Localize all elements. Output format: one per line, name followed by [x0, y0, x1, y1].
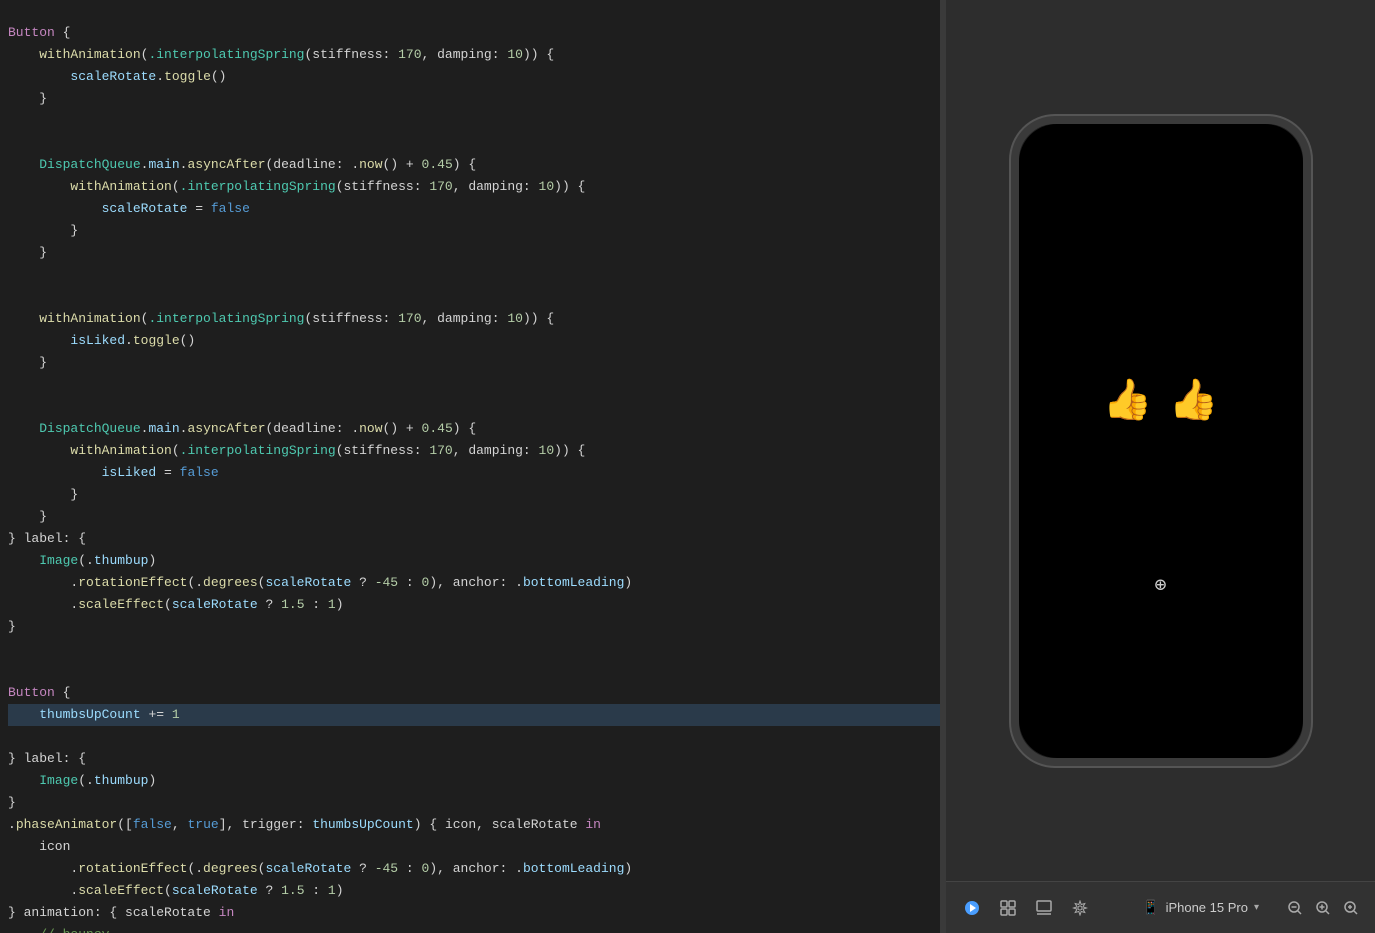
code-line-35: .scaleEffect(scaleRotate ? 1.5 : 1) [8, 883, 344, 898]
thumbs-container: 👍 👍 [1103, 376, 1219, 426]
code-line-36: } animation: { scaleRotate in [8, 905, 234, 920]
device-name-label: iPhone 15 Pro [1166, 900, 1248, 915]
code-line-25: } [8, 619, 16, 634]
code-line-6: DispatchQueue.main.asyncAfter(deadline: … [8, 157, 476, 172]
code-line-9: } [8, 223, 78, 238]
code-line-14: } [8, 355, 47, 370]
code-line-30: Image(.thumbup) [8, 773, 156, 788]
code-line-3: scaleRotate.toggle() [8, 69, 226, 84]
preview-panel: 👍 👍 ⊕ 📱 iPhone 15 Pro [946, 0, 1375, 933]
code-line-21: } label: { [8, 531, 86, 546]
code-line-28: thumbsUpCount += 1 [8, 704, 940, 726]
code-line-32: .phaseAnimator([false, true], trigger: t… [8, 817, 601, 832]
code-line-31: } [8, 795, 16, 810]
code-line-12: withAnimation(.interpolatingSpring(stiff… [8, 311, 554, 326]
code-line-18: isLiked = false [8, 465, 219, 480]
code-line-4: } [8, 91, 47, 106]
settings-button[interactable] [1066, 894, 1094, 922]
chevron-down-icon: ▾ [1254, 902, 1259, 913]
iphone-frame: 👍 👍 ⊕ [1011, 116, 1311, 766]
zoom-controls [1283, 896, 1363, 920]
code-line-29: } label: { [8, 751, 86, 766]
bottom-toolbar: 📱 iPhone 15 Pro ▾ [946, 881, 1375, 933]
code-line-10: } [8, 245, 47, 260]
zoom-in-button[interactable] [1311, 896, 1335, 920]
code-editor[interactable]: Button { withAnimation(.interpolatingSpr… [0, 0, 940, 933]
zoom-fit-button[interactable] [1339, 896, 1363, 920]
device-selector[interactable]: 📱 iPhone 15 Pro ▾ [1134, 895, 1267, 920]
thumb-emoji-2: 👍 [1169, 376, 1219, 426]
thumb-emoji-1: 👍 [1103, 376, 1153, 426]
iphone-area: 👍 👍 ⊕ [946, 0, 1375, 881]
crosshair-icon[interactable]: ⊕ [1154, 572, 1166, 598]
code-line-37: //.bouncy [8, 927, 109, 933]
code-line-33: icon [8, 839, 70, 854]
iphone-screen: 👍 👍 ⊕ [1019, 124, 1303, 758]
dynamic-island [1116, 138, 1206, 160]
code-line-23: .rotationEffect(.degrees(scaleRotate ? -… [8, 575, 632, 590]
code-line-20: } [8, 509, 47, 524]
code-content: Button { withAnimation(.interpolatingSpr… [0, 0, 940, 933]
run-button[interactable] [958, 894, 986, 922]
code-line-17: withAnimation(.interpolatingSpring(stiff… [8, 443, 585, 458]
code-line-2: withAnimation(.interpolatingSpring(stiff… [8, 47, 554, 62]
code-line-24: .scaleEffect(scaleRotate ? 1.5 : 1) [8, 597, 344, 612]
zoom-out-button[interactable] [1283, 896, 1307, 920]
code-line-16: DispatchQueue.main.asyncAfter(deadline: … [8, 421, 476, 436]
code-line-22: Image(.thumbup) [8, 553, 156, 568]
code-line-19: } [8, 487, 78, 502]
code-line-1: Button { [8, 25, 70, 40]
grid-view-button[interactable] [1030, 894, 1058, 922]
code-line-13: isLiked.toggle() [8, 333, 195, 348]
phone-icon: 📱 [1142, 899, 1159, 916]
code-line-34: .rotationEffect(.degrees(scaleRotate ? -… [8, 861, 632, 876]
code-line-8: scaleRotate = false [8, 201, 250, 216]
code-line-7: withAnimation(.interpolatingSpring(stiff… [8, 179, 585, 194]
inspect-toggle[interactable] [994, 894, 1022, 922]
code-line-27: Button { [8, 685, 70, 700]
